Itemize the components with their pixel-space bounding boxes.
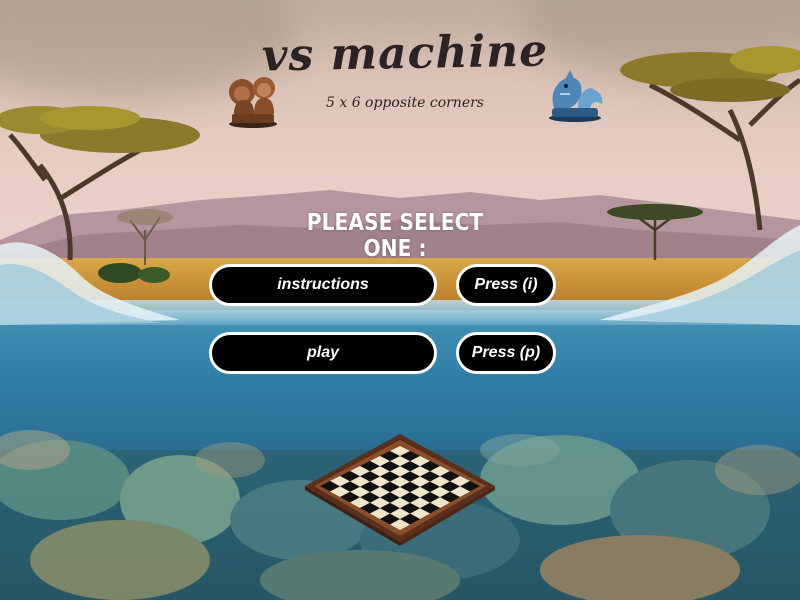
- acacia-tree-right: [620, 46, 800, 230]
- instructions-button[interactable]: instructions: [209, 264, 437, 306]
- play-button[interactable]: play: [209, 332, 437, 374]
- game-title: vs machine: [261, 25, 549, 82]
- instructions-key-button[interactable]: Press (i): [456, 264, 556, 306]
- wave-splash-left: [0, 242, 180, 325]
- game-subtitle: 5 x 6 opposite corners: [325, 95, 484, 111]
- chessboard-icon: [305, 434, 495, 546]
- select-prompt: PLEASE SELECT ONE :: [306, 210, 484, 262]
- shark-chess-piece-icon: [549, 70, 603, 122]
- lion-chess-piece-icon: [229, 77, 277, 128]
- play-key-button[interactable]: Press (p): [456, 332, 556, 374]
- wave-splash-right: [600, 225, 800, 325]
